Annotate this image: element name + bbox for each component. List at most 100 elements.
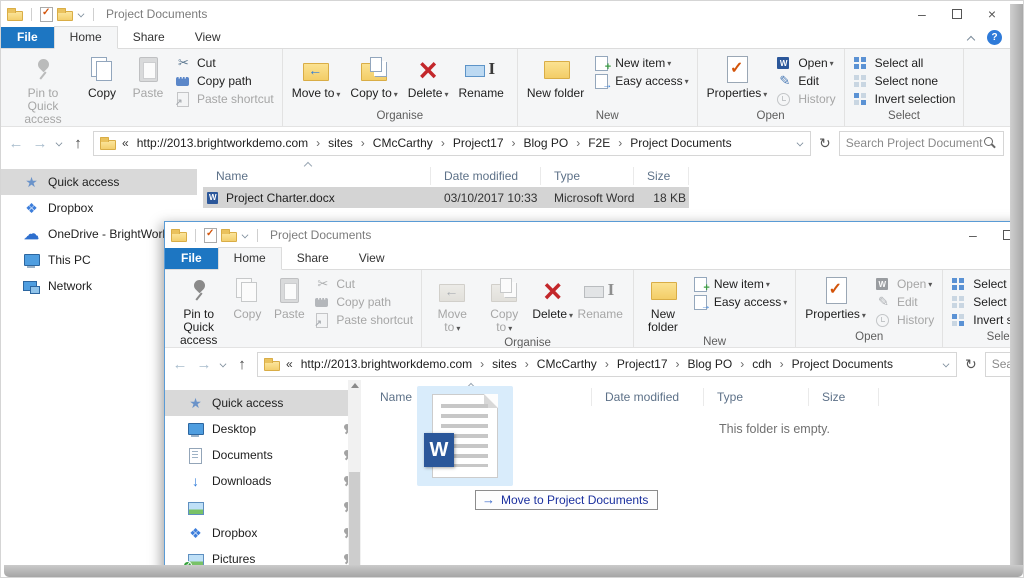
sidebar-item[interactable]: Downloads bbox=[165, 468, 361, 494]
ribbon-button[interactable]: Copy path bbox=[312, 293, 415, 311]
ribbon-button[interactable]: Copy to▾ bbox=[479, 273, 530, 337]
tab-file[interactable]: File bbox=[1, 27, 54, 48]
tab-view[interactable]: View bbox=[180, 27, 236, 48]
scrollbar-thumb[interactable] bbox=[349, 472, 360, 578]
address-dropdown-icon[interactable] bbox=[797, 140, 803, 146]
refresh-icon[interactable]: ↻ bbox=[965, 356, 977, 373]
breadcrumb-segment[interactable]: Project17 bbox=[615, 357, 670, 371]
scrollbar[interactable] bbox=[348, 380, 361, 578]
close-button[interactable]: × bbox=[988, 7, 996, 21]
search-input[interactable]: Search Project Documents bbox=[839, 131, 1004, 156]
recent-locations-icon[interactable] bbox=[220, 361, 226, 367]
ribbon-button[interactable]: Move to▾ bbox=[287, 52, 346, 110]
minimize-button[interactable]: – bbox=[918, 7, 926, 21]
sidebar-item[interactable]: Quick access bbox=[1, 169, 197, 195]
forward-button[interactable]: → bbox=[195, 356, 213, 373]
maximize-button[interactable] bbox=[952, 9, 962, 19]
ribbon-button[interactable]: New folder bbox=[638, 273, 688, 336]
breadcrumb-segment[interactable]: CMcCarthy bbox=[535, 357, 599, 371]
address-bar[interactable]: « ›http://2013.brightworkdemo.com›sites›… bbox=[93, 131, 811, 156]
ribbon-button[interactable]: Open▾ bbox=[774, 54, 837, 72]
file-row[interactable]: Project Charter.docx 03/10/2017 10:33 Mi… bbox=[203, 187, 689, 208]
ribbon-button[interactable]: Pin to Quick access bbox=[171, 273, 226, 349]
breadcrumb-overflow[interactable]: « bbox=[122, 136, 129, 150]
breadcrumb-segment[interactable]: CMcCarthy bbox=[371, 136, 435, 150]
breadcrumb-segment[interactable]: Project Documents bbox=[790, 357, 895, 371]
breadcrumb-segment[interactable]: Blog PO bbox=[522, 136, 571, 150]
sidebar-item[interactable]: Dropbox bbox=[1, 195, 197, 221]
ribbon-button[interactable]: Edit bbox=[774, 72, 837, 90]
column-header[interactable]: Name bbox=[203, 167, 431, 185]
ribbon-button[interactable]: Paste shortcut bbox=[173, 90, 276, 108]
tab-view[interactable]: View bbox=[344, 248, 400, 269]
column-header[interactable]: Size bbox=[809, 388, 879, 406]
ribbon-button[interactable]: Copy bbox=[79, 52, 125, 128]
ribbon-button[interactable]: Paste bbox=[125, 52, 171, 128]
sidebar-item[interactable]: Dropbox bbox=[165, 520, 361, 546]
up-button[interactable]: ↑ bbox=[233, 356, 251, 373]
breadcrumb-segment[interactable]: Project17 bbox=[451, 136, 506, 150]
breadcrumb-segment[interactable]: sites bbox=[326, 136, 355, 150]
ribbon-button[interactable]: Properties▾ bbox=[702, 52, 773, 110]
recent-locations-icon[interactable] bbox=[56, 140, 62, 146]
breadcrumb-segment[interactable]: sites bbox=[490, 357, 519, 371]
ribbon-button[interactable]: Paste bbox=[268, 273, 310, 349]
minimize-button[interactable]: – bbox=[969, 228, 977, 242]
ribbon-button[interactable]: Rename bbox=[575, 273, 625, 337]
new-folder-qat-icon[interactable] bbox=[221, 229, 237, 242]
scroll-up-icon[interactable] bbox=[351, 383, 359, 388]
breadcrumb-segment[interactable]: http://2013.brightworkdemo.com bbox=[135, 136, 310, 150]
address-bar[interactable]: « ›http://2013.brightworkdemo.com›sites›… bbox=[257, 352, 957, 377]
sidebar-item[interactable]: Documents bbox=[165, 442, 361, 468]
tab-share[interactable]: Share bbox=[118, 27, 180, 48]
column-header[interactable]: Date modified bbox=[431, 167, 541, 185]
column-header[interactable]: Date modified bbox=[592, 388, 704, 406]
ribbon-button[interactable]: New item▾ bbox=[591, 54, 690, 72]
sidebar-item[interactable]: Quick access bbox=[165, 390, 361, 416]
new-folder-qat-icon[interactable] bbox=[57, 8, 73, 21]
breadcrumb-segment[interactable]: cdh bbox=[750, 357, 773, 371]
ribbon-button[interactable]: Properties▾ bbox=[800, 273, 871, 331]
ribbon-button[interactable]: Easy access▾ bbox=[591, 72, 690, 90]
back-button[interactable]: ← bbox=[171, 356, 189, 373]
sidebar-item[interactable] bbox=[165, 494, 361, 520]
breadcrumb-segment[interactable]: F2E bbox=[586, 136, 612, 150]
ribbon-button[interactable]: Move to▾ bbox=[426, 273, 479, 337]
ribbon-button[interactable]: Cut bbox=[312, 275, 415, 293]
up-button[interactable]: ↑ bbox=[69, 135, 87, 152]
tab-home[interactable]: Home bbox=[54, 26, 118, 49]
tab-home[interactable]: Home bbox=[218, 247, 282, 270]
ribbon-button[interactable]: Delete▾ bbox=[530, 273, 576, 337]
ribbon-button[interactable]: Cut bbox=[173, 54, 276, 72]
tab-share[interactable]: Share bbox=[282, 248, 344, 269]
breadcrumb-overflow[interactable]: « bbox=[286, 357, 293, 371]
customize-toolbar-icon[interactable] bbox=[78, 11, 84, 17]
ribbon-button[interactable]: Invert selection bbox=[851, 90, 958, 108]
sidebar-item[interactable]: Desktop bbox=[165, 416, 361, 442]
ribbon-button[interactable]: Pin to Quick access bbox=[7, 52, 79, 128]
back-button[interactable]: ← bbox=[7, 135, 25, 152]
ribbon-button[interactable]: Open▾ bbox=[873, 275, 936, 293]
breadcrumb-segment[interactable]: Project Documents bbox=[628, 136, 733, 150]
breadcrumb-segment[interactable]: http://2013.brightworkdemo.com bbox=[299, 357, 474, 371]
ribbon-button[interactable]: Edit bbox=[873, 293, 936, 311]
properties-qat-icon[interactable] bbox=[40, 7, 53, 22]
help-button[interactable]: ? bbox=[987, 30, 1002, 45]
ribbon-button[interactable]: New folder bbox=[522, 52, 589, 110]
column-header[interactable]: Type bbox=[704, 388, 809, 406]
ribbon-button[interactable]: Select all bbox=[851, 54, 958, 72]
ribbon-button[interactable]: Paste shortcut bbox=[312, 311, 415, 329]
ribbon-button[interactable]: Select none bbox=[851, 72, 958, 90]
ribbon-button[interactable]: Easy access▾ bbox=[690, 293, 789, 311]
customize-toolbar-icon[interactable] bbox=[242, 232, 248, 238]
ribbon-button[interactable]: Rename bbox=[454, 52, 509, 110]
ribbon-button[interactable]: History bbox=[873, 311, 936, 329]
ribbon-button[interactable]: Delete▾ bbox=[403, 52, 454, 110]
properties-qat-icon[interactable] bbox=[204, 228, 217, 243]
tab-file[interactable]: File bbox=[165, 248, 218, 269]
ribbon-button[interactable]: Copy bbox=[226, 273, 268, 349]
column-header[interactable]: Type bbox=[541, 167, 634, 185]
ribbon-button[interactable]: History bbox=[774, 90, 837, 108]
ribbon-button[interactable]: Copy to▾ bbox=[345, 52, 402, 110]
breadcrumb-segment[interactable]: Blog PO bbox=[686, 357, 735, 371]
